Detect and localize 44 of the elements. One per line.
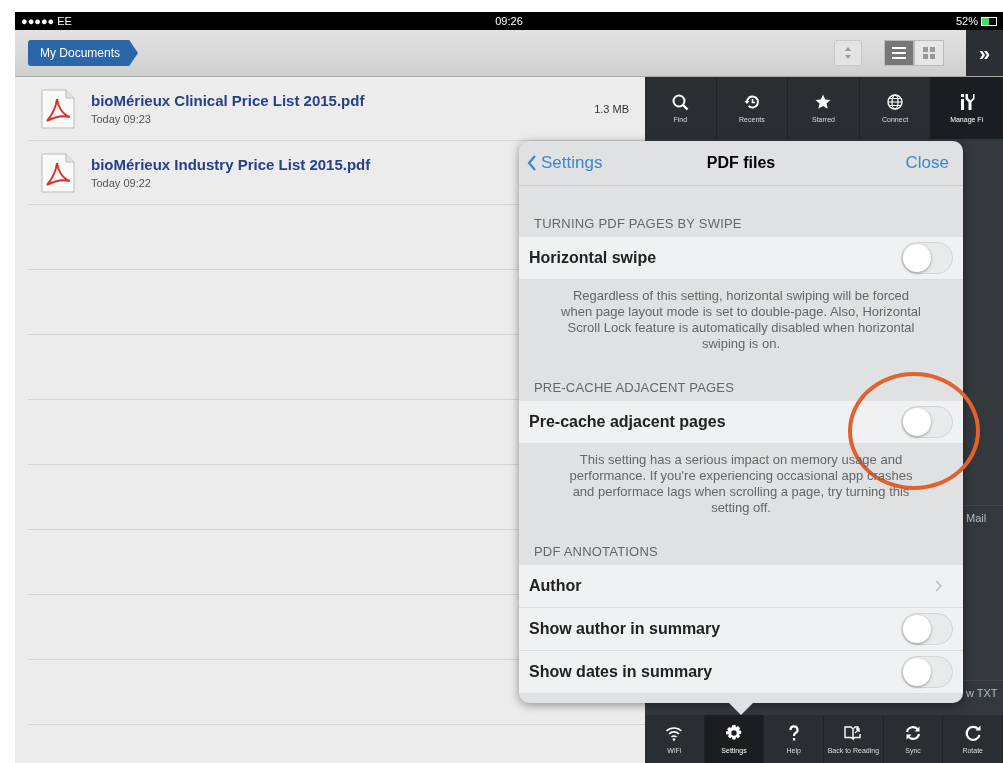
file-date: Today 09:22: [91, 177, 151, 189]
file-date: Today 09:23: [91, 113, 151, 125]
toggle-switch[interactable]: [901, 242, 953, 274]
grid-view-button[interactable]: [914, 40, 944, 66]
settings-icon: [725, 724, 743, 742]
clock: 09:26: [495, 15, 523, 27]
book-arrow-icon: [844, 724, 863, 742]
file-size: 1.3 MB: [594, 102, 629, 115]
search-icon: [671, 93, 690, 111]
setting-label: Show dates in summary: [529, 663, 714, 681]
toggle-switch[interactable]: [901, 613, 953, 645]
setting-label: Show author in summary: [529, 620, 722, 638]
section-header: PRE-CACHE ADJACENT PAGES: [533, 379, 736, 397]
grid-icon: [923, 47, 935, 59]
setting-label: Horizontal swipe: [529, 249, 658, 267]
section-header: TURNING PDF PAGES BY SWIPE: [533, 215, 743, 233]
section-footnote: Regardless of this setting, horizontal swiping will be forced when page layout mode is set to double-page. Also, Horizontal Scroll Lock feature is automatically disabled when horizontal swiping is on.: [560, 287, 922, 352]
sync-icon: [904, 724, 922, 742]
wifi-icon: [665, 724, 684, 742]
toggle-switch[interactable]: [901, 656, 953, 688]
file-row[interactable]: bioMérieux Clinical Price List 2015.pdf Today 09:23 1.3 MB: [28, 77, 645, 141]
list-icon: [892, 47, 906, 59]
sort-arrows-icon[interactable]: [834, 40, 862, 66]
globe-icon: [886, 93, 905, 111]
section-header: PDF ANNOTATIONS: [533, 543, 659, 561]
list-view-button[interactable]: [884, 40, 914, 66]
battery-percent: 52%: [955, 15, 978, 27]
carrier-label: ●●●●● EE: [21, 15, 72, 27]
toggle-switch[interactable]: [901, 406, 953, 438]
star-icon: [814, 93, 833, 111]
setting-label: Pre-cache adjacent pages: [529, 413, 727, 431]
chevron-left-icon: [527, 155, 537, 171]
settings-row[interactable]: Author: [519, 565, 963, 608]
history-icon: [742, 93, 761, 111]
file-name: bioMérieux Clinical Price List 2015.pdf: [91, 92, 365, 109]
rotate-icon: [963, 724, 982, 742]
file-name: bioMérieux Industry Price List 2015.pdf: [91, 156, 371, 173]
chevron-right-icon: [935, 580, 943, 592]
more-button[interactable]: »: [966, 30, 1003, 76]
battery-icon: [981, 16, 997, 26]
pdf-file-icon: [41, 152, 75, 193]
popover-title: PDF files: [706, 154, 776, 171]
breadcrumb-button[interactable]: My Documents: [28, 40, 139, 66]
pdf-file-icon: [41, 88, 75, 129]
